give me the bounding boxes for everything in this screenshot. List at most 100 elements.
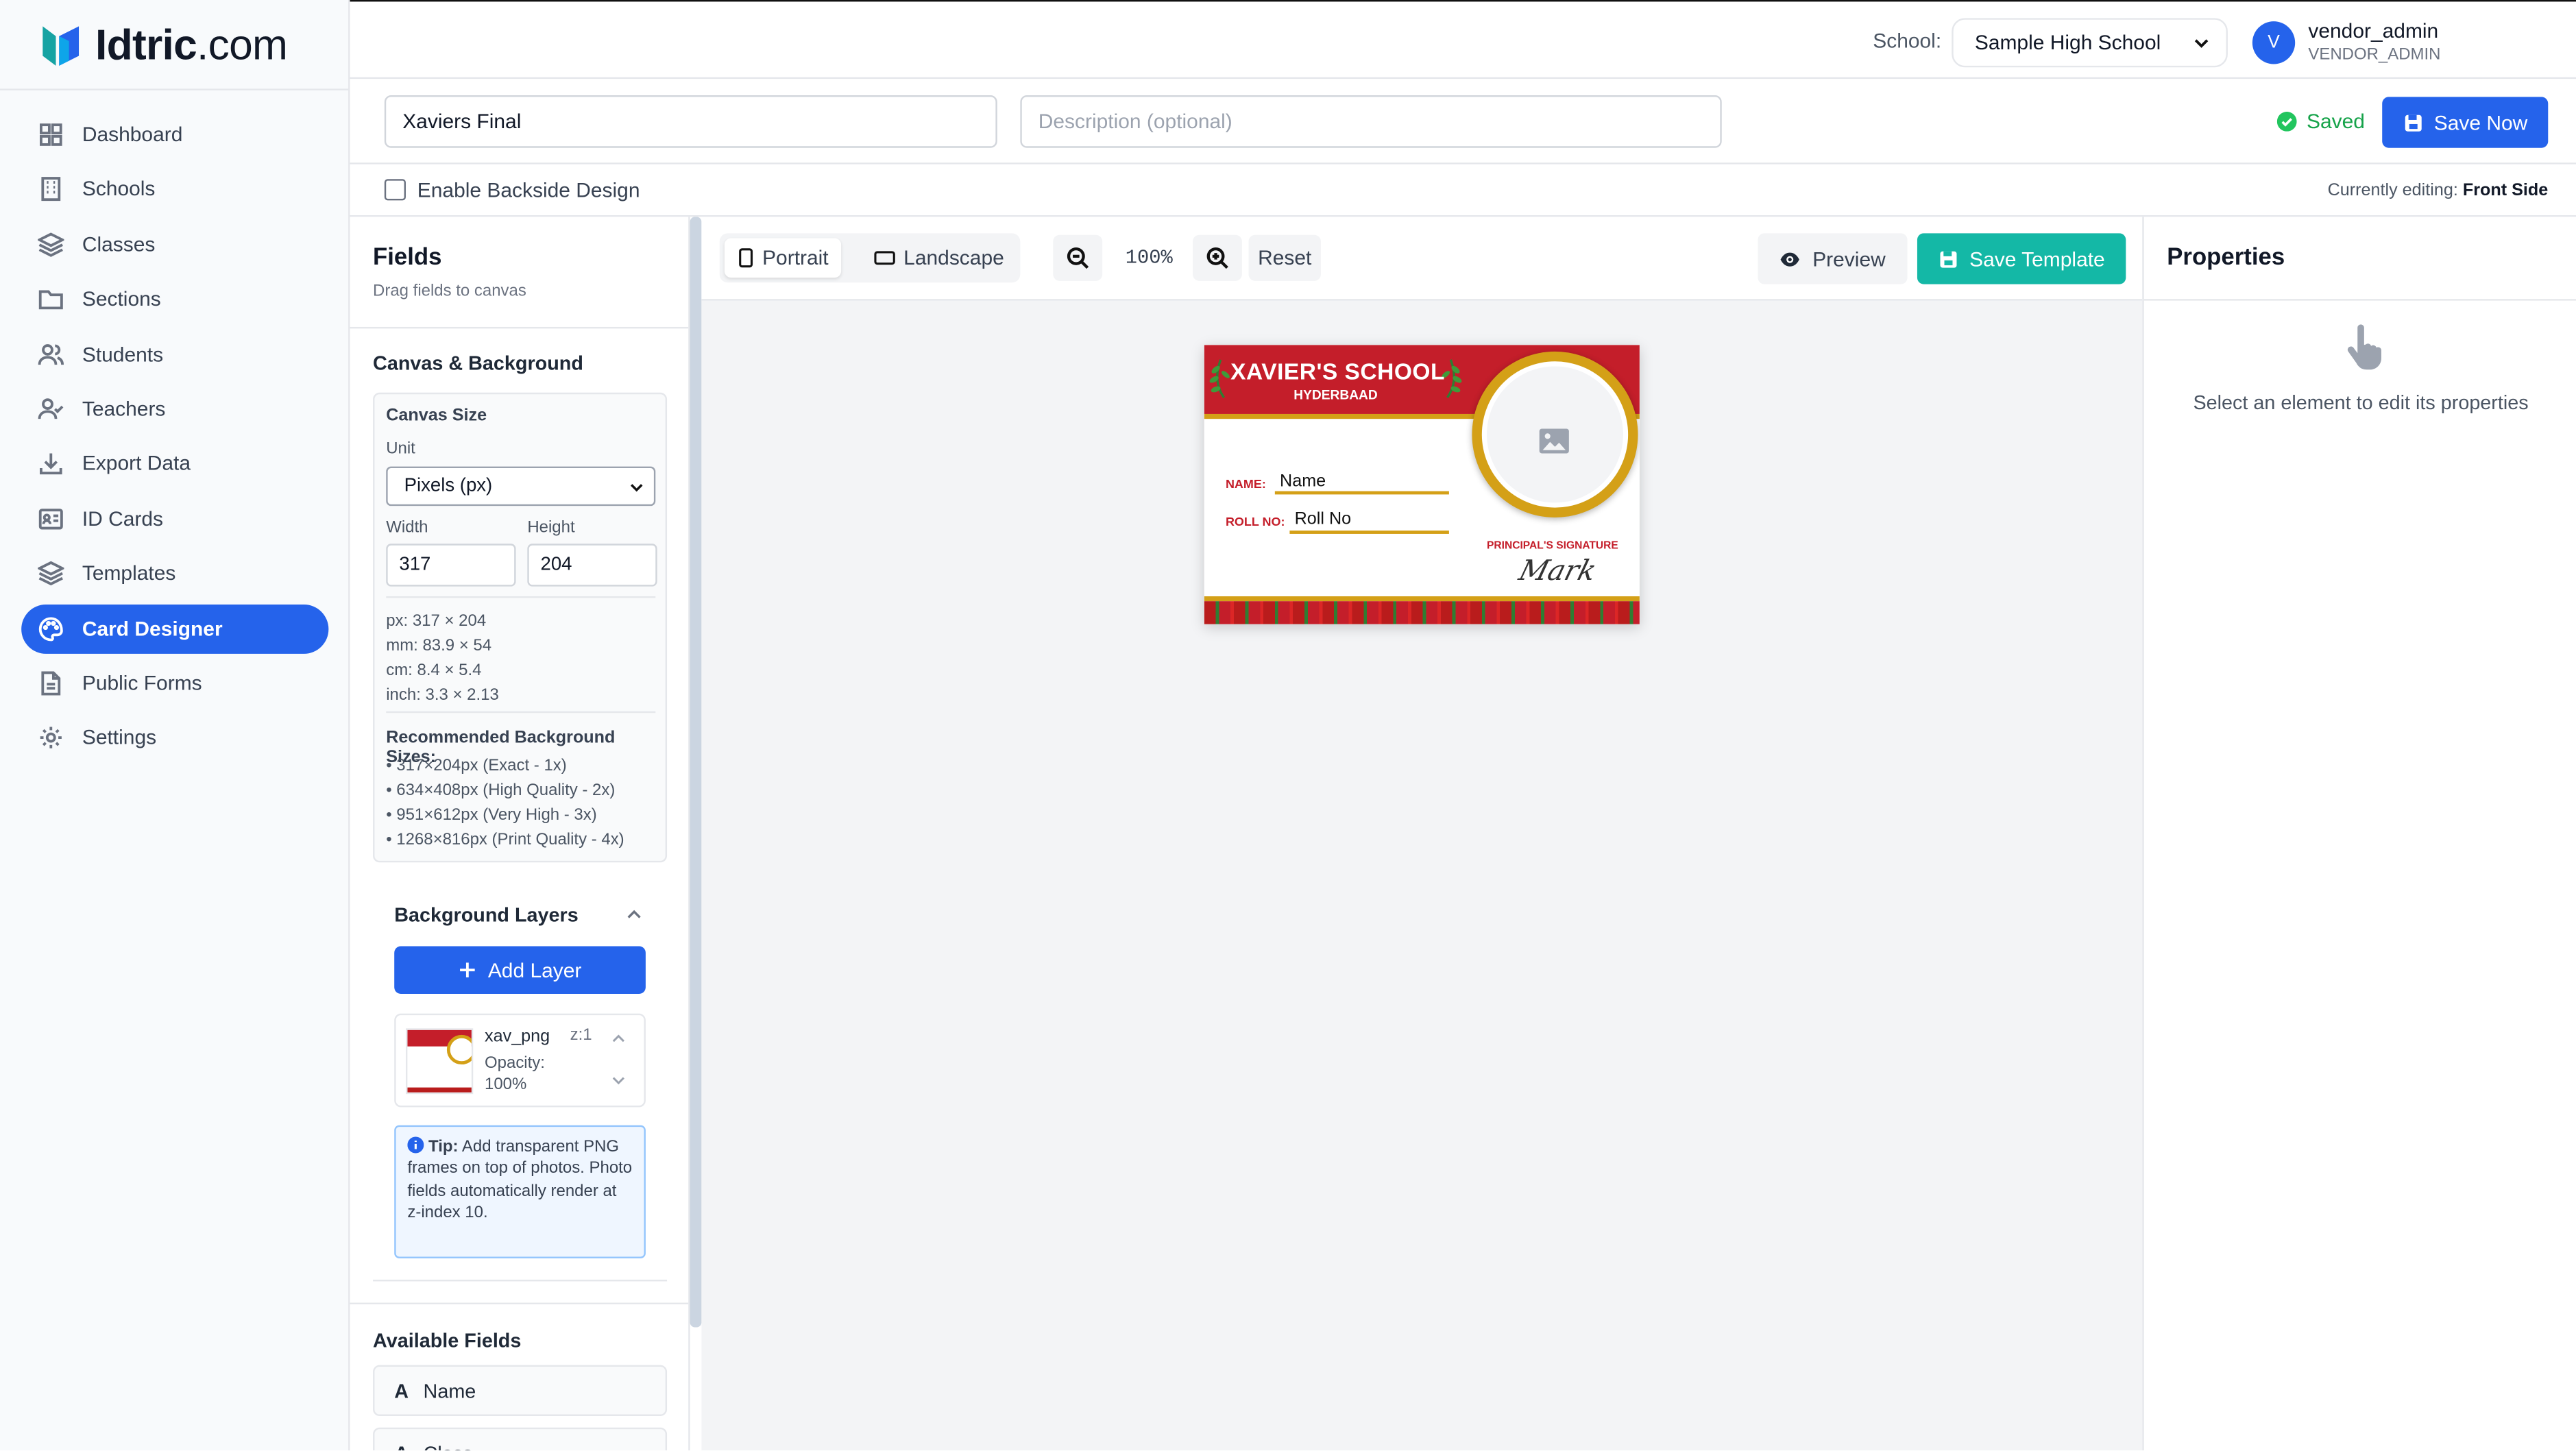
zoom-out-button[interactable] <box>1053 234 1103 281</box>
add-layer-button[interactable]: Add Layer <box>394 946 646 995</box>
sidebar-item-export-data[interactable]: Export Data <box>21 439 328 489</box>
layer-z-index: z:1 <box>570 1026 592 1045</box>
properties-title: Properties <box>2167 245 2285 271</box>
portrait-icon <box>739 248 753 268</box>
design-canvas[interactable]: XAVIER'S SCHOOL HYDERBAAD NAME: Name ROL… <box>701 300 2143 1451</box>
tip-label: Tip: <box>428 1138 459 1157</box>
move-down-icon[interactable] <box>611 1073 627 1088</box>
move-up-icon[interactable] <box>611 1032 627 1047</box>
sidebar-item-label: Schools <box>82 178 156 202</box>
height-input[interactable]: 204 <box>527 544 657 587</box>
recommended-size: • 634×408px (High Quality - 2x) <box>386 781 616 801</box>
user-check-icon <box>38 398 64 419</box>
preview-button[interactable]: Preview <box>1758 233 1908 284</box>
school-label: School: <box>1873 29 1942 53</box>
description-input[interactable]: Description (optional) <box>1020 95 1722 148</box>
portrait-button[interactable]: Portrait <box>724 238 842 278</box>
save-now-button[interactable]: Save Now <box>2382 97 2549 148</box>
field-item-class[interactable]: A Class <box>373 1427 668 1451</box>
sidebar-item-id-cards[interactable]: ID Cards <box>21 494 328 544</box>
school-select[interactable]: Sample High School <box>1952 18 2228 68</box>
zoom-in-button[interactable] <box>1193 234 1242 281</box>
card-roll-field[interactable]: Roll No <box>1295 509 1352 529</box>
card-signature-label: PRINCIPAL'S SIGNATURE <box>1487 540 1618 552</box>
divider <box>350 326 689 329</box>
dimension-inch: inch: 3.3 × 2.13 <box>386 686 499 705</box>
eye-icon <box>1781 252 1800 266</box>
fields-subtitle: Drag fields to canvas <box>373 282 526 301</box>
avatar[interactable]: V <box>2252 21 2296 64</box>
dimension-mm: mm: 83.9 × 54 <box>386 637 492 656</box>
sidebar-item-classes[interactable]: Classes <box>21 220 328 269</box>
brand-tld: .com <box>197 19 288 69</box>
add-layer-label: Add Layer <box>487 958 582 982</box>
chevron-down-icon <box>2194 39 2209 48</box>
editing-prefix: Currently editing: <box>2327 180 2458 201</box>
fields-scrollbar[interactable] <box>690 217 702 1328</box>
info-icon <box>407 1136 424 1154</box>
sidebar-item-teachers[interactable]: Teachers <box>21 385 328 434</box>
sidebar-item-public-forms[interactable]: Public Forms <box>21 659 328 708</box>
unit-select-value: Pixels (px) <box>404 476 493 496</box>
recommended-size: • 951×612px (Very High - 3x) <box>386 806 597 825</box>
top-bar: School: Sample High School V vendor_admi… <box>350 0 2576 80</box>
brand-logo[interactable]: Idtric.com <box>40 20 288 71</box>
save-icon <box>1939 250 1956 267</box>
landscape-label: Landscape <box>903 246 1004 270</box>
logo-mark-icon <box>42 25 80 65</box>
sidebar-item-card-designer[interactable]: Card Designer <box>21 603 329 653</box>
sidebar-item-label: Teachers <box>82 397 166 421</box>
building-icon <box>41 178 61 202</box>
backside-bar: Enable Backside Design Currently editing… <box>350 164 2576 217</box>
zoom-level: 100% <box>1125 246 1173 270</box>
unit-select[interactable]: Pixels (px) <box>386 466 656 507</box>
dashboard-icon <box>40 123 62 146</box>
save-template-button[interactable]: Save Template <box>1917 233 2126 284</box>
width-input[interactable]: 317 <box>386 544 516 587</box>
sidebar-item-label: Settings <box>82 727 157 750</box>
field-label: Class <box>424 1441 473 1450</box>
sidebar-item-templates[interactable]: Templates <box>21 549 328 598</box>
available-fields-title: Available Fields <box>373 1328 522 1352</box>
sidebar-item-dashboard[interactable]: Dashboard <box>21 110 328 160</box>
chevron-up-icon[interactable] <box>626 907 642 923</box>
field-label: Name <box>423 1379 476 1402</box>
sidebar-item-label: ID Cards <box>82 507 164 531</box>
sidebar-item-schools[interactable]: Schools <box>21 165 328 215</box>
sidebar-item-settings[interactable]: Settings <box>21 714 328 763</box>
gear-icon <box>40 727 62 749</box>
card-footer-gold-stripe <box>1204 596 1640 602</box>
landscape-button[interactable]: Landscape <box>861 239 1017 278</box>
divider <box>386 596 656 598</box>
save-now-label: Save Now <box>2433 110 2528 134</box>
users-icon <box>38 343 64 365</box>
id-card-preview[interactable]: XAVIER'S SCHOOL HYDERBAAD NAME: Name ROL… <box>1204 345 1640 624</box>
field-item-name[interactable]: A Name <box>373 1365 668 1416</box>
template-name-input[interactable]: Xaviers Final <box>384 95 997 148</box>
template-info-bar: Xaviers Final Description (optional) Sav… <box>350 79 2576 164</box>
card-footer-band <box>1204 601 1640 624</box>
divider <box>373 1280 668 1282</box>
card-name-field[interactable]: Name <box>1280 472 1326 491</box>
id-card-icon <box>38 508 63 529</box>
tip-box: Tip: Add transparent PNG frames on top o… <box>394 1125 646 1258</box>
fields-title: Fields <box>373 245 442 271</box>
user-role: VENDOR_ADMIN <box>2308 46 2441 64</box>
card-city: HYDERBAAD <box>1293 387 1378 403</box>
layer-opacity-value: 100% <box>485 1075 527 1095</box>
enable-backside-checkbox[interactable] <box>384 179 406 201</box>
reset-zoom-button[interactable]: Reset <box>1248 234 1321 281</box>
saved-status: Saved <box>2276 110 2365 133</box>
check-circle-icon <box>2276 111 2297 132</box>
text-field-icon: A <box>394 1441 409 1450</box>
sidebar-item-sections[interactable]: Sections <box>21 275 328 324</box>
background-layer-item[interactable]: xav_png z:1 Opacity: 100% <box>394 1013 646 1108</box>
editing-value: Front Side <box>2462 180 2549 201</box>
width-label: Width <box>386 519 428 537</box>
canvas-size-title: Canvas Size <box>386 405 487 426</box>
palette-icon <box>38 616 63 641</box>
save-template-label: Save Template <box>1969 247 2105 271</box>
sidebar-item-students[interactable]: Students <box>21 330 328 379</box>
sidebar: Idtric.com Dashboard Schools Classes Sec… <box>0 0 350 1451</box>
sidebar-item-label: Dashboard <box>82 123 183 147</box>
